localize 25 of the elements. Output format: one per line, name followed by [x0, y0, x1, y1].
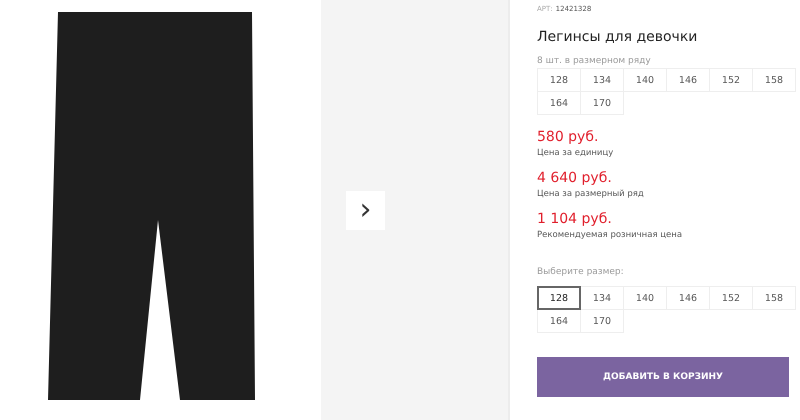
price-value: 580 руб. — [537, 128, 600, 146]
size-option[interactable]: 170 — [580, 309, 624, 333]
size-cell: 164 — [537, 91, 581, 115]
size-cell: 170 — [580, 91, 624, 115]
size-option[interactable]: 152 — [709, 286, 753, 310]
pack-label: 8 шт. в размерном ряду — [537, 56, 652, 66]
size-cell: 158 — [752, 68, 796, 92]
price-value: 1 104 руб. — [537, 210, 613, 228]
price-value: 4 640 руб. — [537, 169, 613, 187]
price-caption: Цена за единицу — [537, 148, 614, 158]
add-to-cart-button[interactable]: ДОБАВИТЬ В КОРЗИНУ — [537, 357, 789, 397]
size-label: Выберите размер: — [537, 267, 625, 277]
price-caption: Цена за размерный ряд — [537, 189, 645, 199]
size-cell: 146 — [666, 68, 710, 92]
next-button[interactable]: › — [346, 190, 385, 230]
size-option[interactable]: 146 — [666, 286, 710, 310]
size-option[interactable]: 140 — [623, 286, 667, 310]
price-caption: Рекомендуемая розничная цена — [537, 230, 684, 240]
size-cell: 128 — [537, 68, 581, 92]
product-title: Легинсы для девочки — [537, 29, 698, 45]
size-cell: 140 — [623, 68, 667, 92]
size-option[interactable]: 128 — [537, 286, 581, 310]
size-option[interactable]: 164 — [537, 309, 581, 333]
size-cell: 152 — [709, 68, 753, 92]
size-option[interactable]: 158 — [752, 286, 796, 310]
